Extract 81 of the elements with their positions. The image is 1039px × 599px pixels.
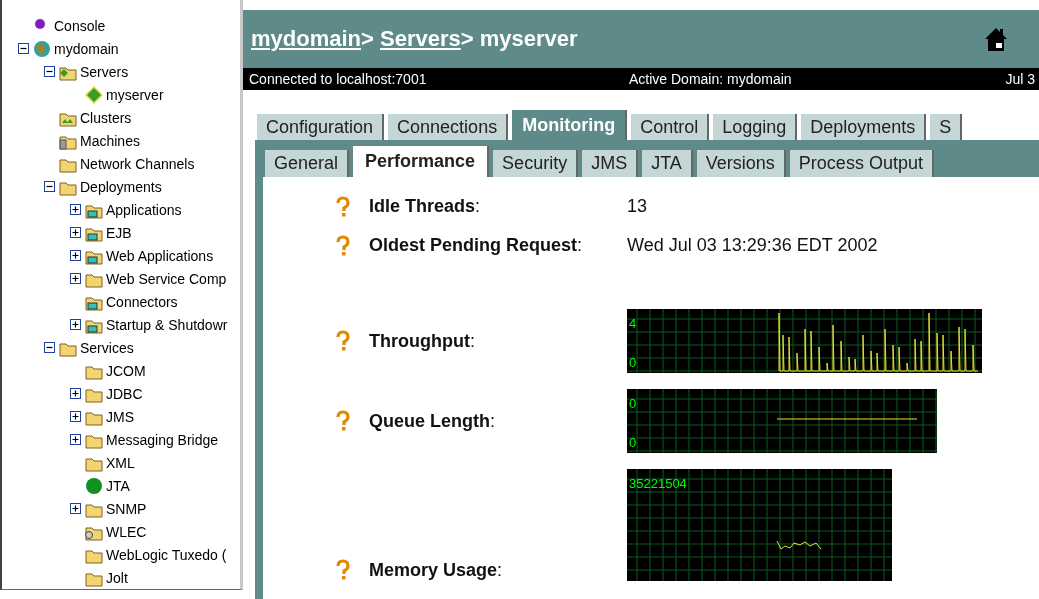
expand-toggle[interactable]	[69, 273, 81, 284]
breadcrumb-current: myserver	[479, 26, 578, 52]
tab[interactable]: Connections	[388, 114, 509, 140]
field-value: 13	[627, 196, 649, 217]
tab[interactable]: S	[930, 114, 963, 140]
expand-toggle[interactable]	[69, 227, 81, 238]
expand-toggle[interactable]	[69, 388, 81, 399]
subtab[interactable]: JMS	[582, 150, 639, 177]
expand-toggle[interactable]	[69, 503, 81, 514]
tab[interactable]: Configuration	[257, 114, 385, 140]
help-icon[interactable]	[335, 410, 351, 432]
diamond-icon	[84, 85, 104, 104]
tree-item-label[interactable]: JDBC	[106, 385, 143, 402]
connection-status: Connected to localhost:7001	[249, 71, 428, 87]
tree-item-label[interactable]: WebLogic Tuxedo (	[106, 546, 227, 563]
tree-item-label[interactable]: EJB	[106, 224, 132, 241]
tree-item-label[interactable]: Jolt	[106, 569, 128, 586]
subtab[interactable]: Security	[493, 150, 579, 177]
graph-min-label: 0	[629, 356, 637, 369]
tree-item-label[interactable]: Clusters	[80, 109, 132, 126]
help-icon[interactable]	[335, 330, 351, 352]
tree-item-label[interactable]: mydomain	[54, 40, 119, 57]
help-icon[interactable]	[335, 559, 351, 581]
sphere-icon	[84, 476, 104, 495]
tree-item-label[interactable]: Applications	[106, 201, 182, 218]
graph-label: Queue Length:	[369, 410, 496, 432]
tree-item-label[interactable]: Machines	[80, 132, 140, 149]
tree-item-label[interactable]: Messaging Bridge	[106, 431, 219, 448]
expand-toggle[interactable]	[69, 319, 81, 330]
tab[interactable]: Monitoring	[512, 110, 628, 140]
collapse-toggle[interactable]	[43, 181, 55, 192]
graph-max-label: 0	[629, 397, 637, 410]
globe-icon	[32, 39, 52, 58]
expand-toggle[interactable]	[69, 250, 81, 261]
field-label: Oldest Pending Request:	[369, 235, 584, 256]
subtab[interactable]: JTA	[642, 150, 693, 177]
breadcrumb-link[interactable]: Servers	[380, 26, 461, 52]
tree-item-label[interactable]: XML	[106, 454, 135, 471]
collapse-toggle[interactable]	[43, 66, 55, 77]
expand-toggle[interactable]	[69, 434, 81, 445]
subtab[interactable]: Performance	[353, 146, 490, 177]
subtab[interactable]: Process Output	[789, 150, 934, 177]
home-icon[interactable]	[983, 26, 1009, 52]
tab[interactable]: Deployments	[801, 114, 927, 140]
graph-label: Throughput:	[369, 330, 476, 352]
tree-item-label[interactable]: JCOM	[106, 362, 146, 379]
help-icon[interactable]	[335, 195, 351, 218]
field-label: Idle Threads:	[369, 196, 482, 217]
tree-item-label[interactable]: SNMP	[106, 500, 147, 517]
collapse-toggle[interactable]	[17, 43, 29, 54]
field-value: Wed Jul 03 13:29:36 EDT 2002	[627, 235, 879, 256]
active-domain: Active Domain: mydomain	[629, 71, 793, 87]
graph-min-label: 0	[629, 436, 637, 449]
collapse-toggle[interactable]	[43, 342, 55, 353]
tree-item-label[interactable]: JMS	[106, 408, 134, 425]
subtab[interactable]: Versions	[696, 150, 786, 177]
date-text: Jul 3	[1005, 71, 1036, 87]
tree-item-label[interactable]: Web Service Comp	[106, 270, 227, 287]
graph-max-label: 35221504	[629, 477, 687, 490]
breadcrumb-separator: >	[460, 26, 475, 52]
tree-item-label[interactable]: Deployments	[80, 178, 162, 195]
tree-item-label[interactable]: Connectors	[106, 293, 178, 310]
breadcrumb-link[interactable]: mydomain	[251, 26, 362, 52]
graph-label: Memory Usage:	[369, 560, 504, 581]
graph-max-label: 4	[629, 317, 637, 330]
tree-item-label[interactable]: myserver	[106, 86, 164, 103]
tree-item-label[interactable]: Console	[54, 17, 106, 34]
tree-item-label[interactable]: Services	[80, 339, 134, 356]
tab[interactable]: Control	[631, 114, 710, 140]
breadcrumb-separator: >	[361, 26, 375, 52]
tree-item-label[interactable]: WLEC	[106, 523, 147, 540]
subtab[interactable]: General	[265, 150, 350, 177]
expand-toggle[interactable]	[69, 204, 81, 215]
tree-item-label[interactable]: Servers	[80, 63, 129, 80]
expand-toggle[interactable]	[69, 411, 81, 422]
tree-item-label[interactable]: Web Applications	[106, 247, 214, 264]
tree-item-label[interactable]: Startup & Shutdowr	[106, 316, 228, 333]
tree-item-label[interactable]: Network Channels	[80, 155, 195, 172]
tab[interactable]: Logging	[713, 114, 798, 140]
help-icon[interactable]	[335, 234, 351, 257]
tree-item-label[interactable]: JTA	[106, 477, 130, 494]
